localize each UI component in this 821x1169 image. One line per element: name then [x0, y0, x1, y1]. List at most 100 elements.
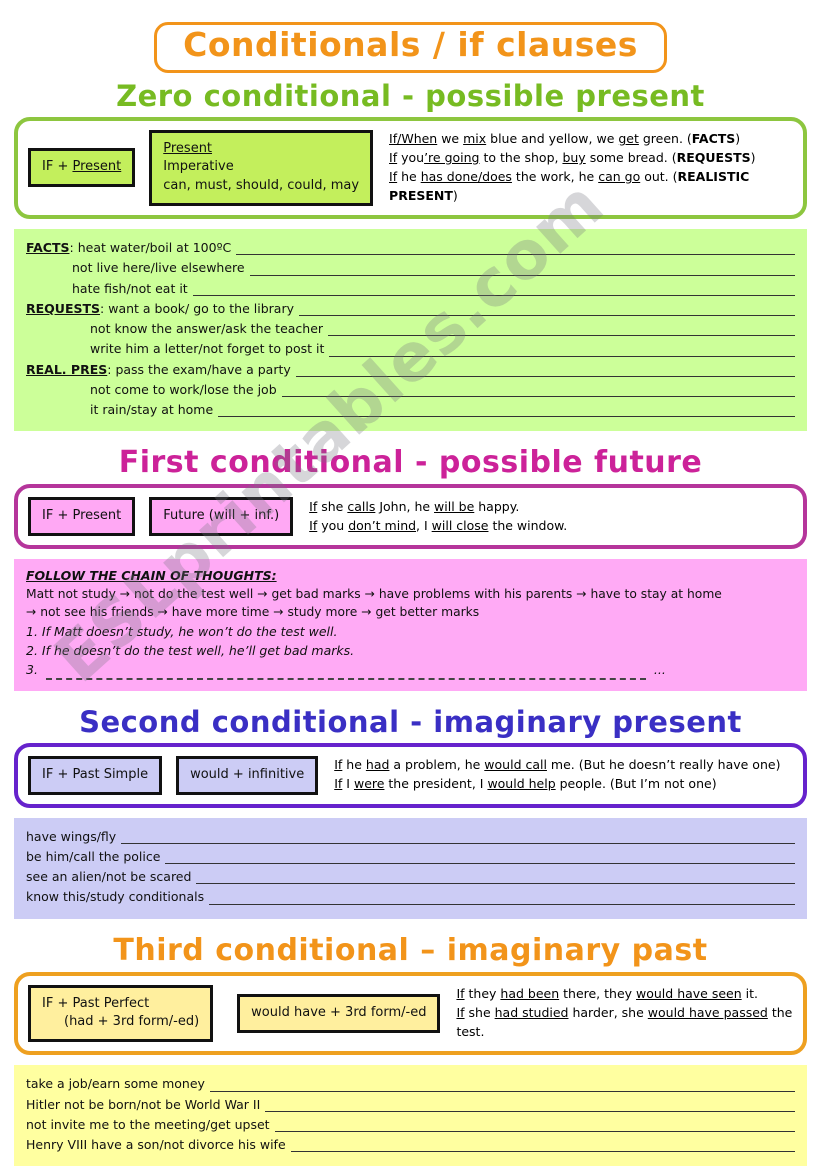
zero-exercise-prompt-9: it rain/stay at home	[90, 402, 214, 418]
third-exercise-prompt-3: not invite me to the meeting/get upset	[26, 1116, 270, 1132]
second-exercise-blank-2[interactable]	[165, 851, 795, 865]
second-example-2: If I were the president, I would help pe…	[334, 776, 717, 792]
chain-blank-line[interactable]	[45, 668, 646, 680]
second-exercise-blank-3[interactable]	[196, 871, 795, 885]
second-exercise-block: have wings/fly be him/call the police se…	[14, 817, 807, 919]
third-exercise-row-2: Hitler not be born/not be World War II	[26, 1095, 795, 1115]
first-formula-right-text: Future (will + inf.)	[163, 508, 280, 524]
first-formula-left-text: IF + Present	[42, 508, 122, 524]
second-formula-right: would + infinitive	[176, 755, 319, 795]
zero-formula-left: IF + Present	[28, 148, 136, 188]
zero-formula-right-line1: Present	[163, 140, 213, 156]
zero-exercise-blank-5[interactable]	[328, 323, 795, 337]
third-formula-left-line2: (had + 3rd form/-ed)	[64, 1014, 200, 1030]
second-exercise-prompt-2: be him/call the police	[26, 848, 161, 864]
second-formula-left-text: IF + Past Simple	[42, 766, 149, 782]
heading-zero-conditional: Zero conditional - possible present	[116, 78, 705, 113]
title-text: Conditionals / if clauses	[183, 25, 638, 64]
second-examples: If he had a problem, he would call me. (…	[318, 756, 793, 794]
first-example-1: If she calls John, he will be happy.	[309, 499, 520, 515]
second-formula-right-text: would + infinitive	[190, 766, 305, 782]
zero-exercise-blank-2[interactable]	[249, 263, 795, 276]
zero-exercise-label-1: FACTS	[26, 240, 70, 256]
zero-exercise-label-4: REQUESTS	[26, 300, 101, 316]
third-exercise-prompt-4: Henry VIII have a son/not divorce his wi…	[26, 1137, 286, 1153]
zero-exercise-label-7: REAL. PRES	[26, 361, 108, 377]
second-exercise-blank-4[interactable]	[209, 892, 795, 905]
title-box: Conditionals / if clauses	[154, 22, 667, 73]
third-exercise-row-3: not invite me to the meeting/get upset	[26, 1115, 795, 1135]
zero-exercise-row-8: not come to work/lose the job	[26, 380, 795, 400]
second-exercise-row-1: have wings/fly	[26, 827, 795, 847]
first-example-2: If you don’t mind, I will close the wind…	[309, 517, 568, 533]
chain-numbered-3: 3. ...	[26, 660, 795, 680]
first-exercise-block: FOLLOW THE CHAIN OF THOUGHTS: Matt not s…	[14, 559, 807, 691]
zero-example-2: If you’re going to the shop, buy some br…	[389, 150, 756, 166]
third-example-1: If they had been there, they would have …	[456, 986, 758, 1002]
page-title: Conditionals / if clauses	[0, 0, 821, 73]
second-exercise-row-3: see an alien/not be scared	[26, 867, 795, 887]
chain-title: FOLLOW THE CHAIN OF THOUGHTS:	[26, 568, 277, 584]
zero-exercise-blank-6[interactable]	[329, 344, 795, 357]
second-exercise-prompt-3: see an alien/not be scared	[26, 869, 192, 885]
zero-exercise-row-4: REQUESTS: want a book/ go to the library	[26, 299, 795, 319]
second-exercise-prompt-4: know this/study conditionals	[26, 889, 205, 905]
second-formula-left: IF + Past Simple	[28, 755, 163, 795]
third-exercise-blank-1[interactable]	[209, 1079, 795, 1092]
third-formula-left: IF + Past Perfect (had + 3rd form/-ed)	[28, 984, 214, 1043]
zero-exercise-blank-4[interactable]	[298, 303, 795, 317]
zero-exercise-prompt-8: not come to work/lose the job	[90, 381, 277, 397]
second-exercise-blank-1[interactable]	[121, 831, 795, 844]
third-exercise-blank-2[interactable]	[265, 1099, 795, 1112]
third-rule-box: IF + Past Perfect (had + 3rd form/-ed) w…	[14, 971, 807, 1056]
chain-line-1: Matt not study → not do the test well → …	[26, 587, 722, 602]
zero-exercise-row-9: it rain/stay at home	[26, 400, 795, 420]
zero-example-3: If he has done/does the work, he can go …	[389, 168, 750, 203]
zero-exercise-prompt-7: pass the exam/have a party	[115, 361, 291, 377]
zero-exercise-row-7: REAL. PRES: pass the exam/have a party	[26, 360, 795, 380]
third-formula-right: would have + 3rd form/-ed	[237, 994, 441, 1033]
zero-exercise-row-3: hate fish/not eat it	[26, 279, 795, 299]
zero-exercise-prompt-2: not live here/live elsewhere	[72, 260, 245, 276]
zero-exercise-prompt-4: want a book/ go to the library	[108, 300, 294, 316]
zero-exercise-row-5: not know the answer/ask the teacher	[26, 319, 795, 339]
zero-exercise-blank-3[interactable]	[192, 283, 795, 296]
third-formula-right-text: would have + 3rd form/-ed	[251, 1005, 427, 1021]
zero-exercise-blank-1[interactable]	[236, 242, 795, 256]
zero-exercise-blank-8[interactable]	[281, 384, 795, 398]
second-exercise-prompt-1: have wings/fly	[26, 828, 117, 844]
chain-blank-number: 3.	[26, 662, 38, 678]
third-exercise-blank-3[interactable]	[274, 1119, 795, 1133]
second-example-1: If he had a problem, he would call me. (…	[334, 757, 781, 773]
zero-formula-left-text: IF + Present	[42, 159, 122, 175]
zero-exercise-row-2: not live here/live elsewhere	[26, 258, 795, 278]
zero-example-1: If/When we mix blue and yellow, we get g…	[389, 131, 741, 147]
zero-exercise-block: FACTS: heat water/boil at 100ºC not live…	[14, 229, 807, 432]
zero-exercise-blank-7[interactable]	[295, 364, 795, 377]
first-formula-left: IF + Present	[28, 497, 136, 537]
zero-exercise-prompt-1: heat water/boil at 100ºC	[77, 240, 232, 256]
third-examples: If they had been there, they would have …	[440, 985, 793, 1041]
heading-third-conditional: Third conditional – imaginary past	[113, 932, 708, 968]
zero-exercise-prompt-3: hate fish/not eat it	[72, 280, 188, 296]
zero-exercise-prompt-6: write him a letter/not forget to post it	[90, 341, 325, 357]
chain-numbered-2: 2. If he doesn’t do the test well, he’ll…	[26, 643, 355, 659]
heading-second-conditional: Second conditional - imaginary present	[79, 704, 742, 739]
zero-exercise-prompt-5: not know the answer/ask the teacher	[90, 321, 324, 337]
chain-blank-tail: ...	[653, 662, 666, 678]
third-example-2: If she had studied harder, she would hav…	[456, 1005, 793, 1039]
zero-exercise-row-1: FACTS: heat water/boil at 100ºC	[26, 238, 795, 258]
third-exercise-blank-4[interactable]	[290, 1139, 795, 1153]
zero-exercise-blank-9[interactable]	[218, 404, 795, 418]
heading-first-conditional: First conditional - possible future	[118, 445, 703, 481]
worksheet-page: ESLprintables.com Conditionals / if clau…	[0, 0, 821, 1169]
zero-rule-box: IF + Present Present Imperative can, mus…	[14, 116, 807, 220]
zero-examples: If/When we mix blue and yellow, we get g…	[373, 130, 793, 205]
first-rule-box: IF + Present Future (will + inf.) If she…	[14, 484, 807, 550]
third-exercise-prompt-1: take a job/earn some money	[26, 1076, 205, 1092]
chain-line-2: → not see his friends → have more time →…	[26, 605, 480, 620]
third-exercise-block: take a job/earn some money Hitler not be…	[14, 1065, 807, 1167]
first-formula-right: Future (will + inf.)	[149, 497, 294, 537]
zero-formula-right: Present Imperative can, must, should, co…	[149, 129, 374, 207]
first-examples: If she calls John, he will be happy. If …	[293, 498, 793, 536]
